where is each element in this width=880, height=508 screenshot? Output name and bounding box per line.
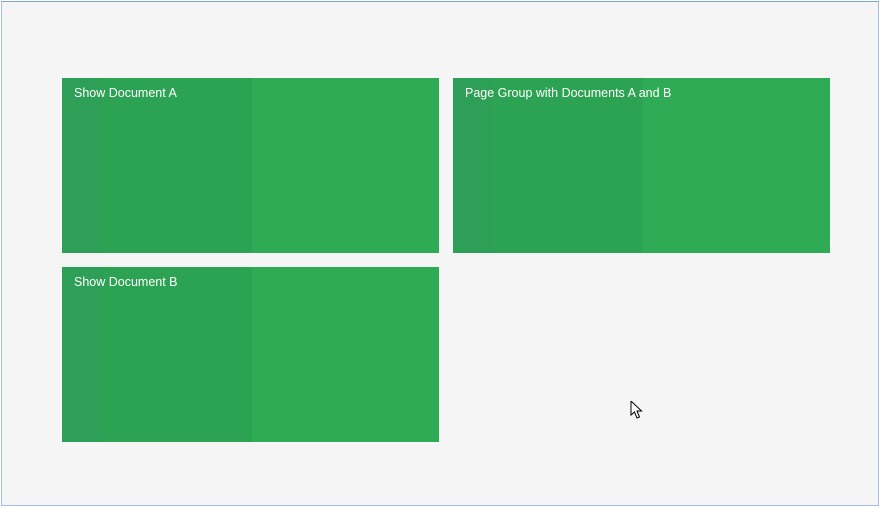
tile-stripe (643, 78, 830, 253)
tile-stripe (102, 267, 252, 442)
panel: Show Document A Page Group with Document… (1, 1, 879, 506)
tile-stripe (252, 78, 439, 253)
tile-page-group-a-b[interactable]: Page Group with Documents A and B (453, 78, 830, 253)
tile-stripe (102, 78, 252, 253)
tile-label: Show Document B (74, 275, 178, 289)
tile-stripe (252, 267, 439, 442)
tile-stripe (62, 78, 102, 253)
tile-label: Page Group with Documents A and B (465, 86, 671, 100)
tile-label: Show Document A (74, 86, 177, 100)
tile-stripe (62, 267, 102, 442)
tile-stripe (493, 78, 643, 253)
tile-show-document-a[interactable]: Show Document A (62, 78, 439, 253)
tile-grid: Show Document A Page Group with Document… (62, 78, 830, 442)
tile-stripe (453, 78, 493, 253)
tile-show-document-b[interactable]: Show Document B (62, 267, 439, 442)
